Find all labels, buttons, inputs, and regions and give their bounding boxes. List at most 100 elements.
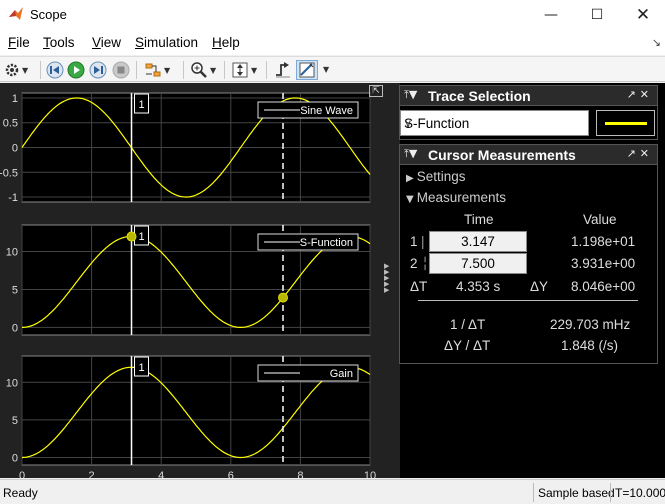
chevron-down-icon: ∨ [404, 117, 413, 130]
menu-file[interactable]: File [8, 35, 30, 50]
trace-select-dropdown[interactable]: S-Function ∨ [400, 110, 589, 136]
title-bar: Scope — ☐ ✕ [0, 0, 665, 30]
delta-y-value: 8.046e+00 [571, 279, 636, 294]
toolbar-separator [183, 61, 184, 79]
menu-simulation[interactable]: Simulation [135, 35, 198, 50]
run-icon [67, 61, 85, 79]
pin-icon[interactable]: ⤒▼ [404, 88, 417, 102]
y-tick-label: 1 [12, 93, 18, 105]
triggers-button[interactable] [274, 60, 292, 80]
legend-label: S-Function [300, 237, 353, 249]
toolbar-separator [224, 61, 225, 79]
expand-arrow-icon: ▶ [406, 173, 414, 184]
step-forward-icon [89, 61, 107, 79]
measurements-section-toggle[interactable]: ▼ Measurements [406, 190, 506, 205]
triggers-icon [276, 62, 290, 78]
plot-pane-3: 10 5 0 1 Gain 0 2 4 6 8 10 [6, 355, 376, 478]
time-column-header: Time [464, 212, 494, 227]
y-tick-label: 0.5 [3, 118, 18, 130]
run-button[interactable] [67, 60, 85, 80]
pin-icon[interactable]: ⤒▼ [404, 147, 417, 161]
toolbar-separator [136, 61, 137, 79]
collapse-arrow-icon: ▼ [406, 194, 414, 205]
cursor1-label: 1 [410, 234, 418, 249]
panel-controls[interactable]: ↗✕ [627, 147, 653, 160]
legend-label: Sine Wave [300, 105, 353, 117]
scope-display: 1 0.5 0 -0.5 -1 1 Sine Wave 10 5 0 1 S-Function 10 5 0… [0, 83, 665, 478]
menu-view[interactable]: View [92, 35, 121, 50]
cursor-measurements-button[interactable] [296, 60, 318, 80]
slope-label: ΔY / ΔT [444, 338, 491, 353]
delta-t-label: ΔT [410, 279, 428, 294]
y-tick-label: -1 [8, 192, 18, 204]
y-tick-label: 0 [12, 322, 18, 334]
x-tick-label: 0 [19, 470, 25, 478]
chevron-down-icon[interactable]: ▼ [323, 65, 329, 74]
cursor1-value: 1.198e+01 [571, 234, 636, 249]
chevron-down-icon: ▼ [210, 65, 217, 75]
close-icon[interactable]: ✕ [620, 0, 665, 30]
x-tick-label: 8 [297, 470, 303, 478]
zoom-button[interactable]: ▼ [190, 60, 216, 80]
cursor-measurements-header: ⤒▼ Cursor Measurements ↗✕ [400, 145, 657, 165]
y-tick-label: 10 [6, 247, 18, 259]
highlight-simulink-icon [145, 63, 161, 77]
cursor2-time-input[interactable]: 7.500 [429, 253, 527, 274]
legend-label: Gain [330, 368, 353, 380]
step-forward-button[interactable] [89, 60, 107, 80]
status-bar: Ready Sample based T=10.000 [0, 479, 665, 504]
slope-value: 1.848 (/s) [561, 338, 619, 353]
step-back-icon [46, 61, 64, 79]
scale-axes-button[interactable]: ▼ [231, 60, 257, 80]
cursor1-time-input[interactable]: 3.147 [429, 231, 527, 252]
zoom-icon [191, 62, 207, 78]
chevron-down-icon: ▼ [164, 65, 171, 75]
cursor-measurements-title: Cursor Measurements [428, 147, 576, 163]
x-tick-label: 6 [228, 470, 234, 478]
cursor-measurements-panel: ⤒▼ Cursor Measurements ↗✕ ▶ Settings ▼ Mea… [399, 144, 658, 364]
x-tick-label: 4 [158, 470, 164, 478]
trace-selection-title: Trace Selection [428, 88, 531, 104]
maximize-icon[interactable]: ☐ [574, 0, 620, 30]
undock-icon[interactable]: ↘ [652, 36, 661, 49]
y-tick-label: 5 [12, 415, 18, 427]
y-tick-label: 0 [12, 452, 18, 464]
close-panel-icon[interactable]: ✕ [640, 88, 653, 101]
value-column-header: Value [583, 212, 617, 227]
float-window-icon[interactable]: ⇱ [369, 85, 383, 97]
toolbar-separator [40, 61, 41, 79]
menu-bar: File Tools View Simulation Help ↘ [0, 30, 665, 55]
settings-section-toggle[interactable]: ▶ Settings [406, 169, 465, 184]
delta-y-label: ΔY [530, 279, 549, 294]
status-text: Ready [3, 486, 38, 500]
inverse-delta-t-value: 229.703 mHz [550, 317, 631, 332]
plot-canvas: 10.50-0.5-11 Sine Wave10501 S-Function1050… [0, 83, 400, 478]
x-tick-label: 10 [364, 470, 376, 478]
step-back-button[interactable] [46, 60, 64, 80]
stop-button[interactable] [112, 60, 130, 80]
measurements-divider [418, 300, 638, 301]
cursor-1-flag-label: 1 [138, 99, 144, 111]
menu-tools[interactable]: Tools [43, 35, 75, 50]
trace-selection-header: ⤒▼ Trace Selection ↗✕ [400, 86, 657, 106]
delta-t-value: 4.353 s [456, 279, 501, 294]
panel-controls[interactable]: ↗✕ [627, 88, 653, 101]
measurements-label: Measurements [416, 190, 506, 205]
matlab-logo-icon [9, 7, 23, 20]
undock-panel-icon[interactable]: ↗ [627, 147, 640, 160]
y-tick-label: 10 [6, 377, 18, 389]
stop-icon [112, 61, 130, 79]
settings-button[interactable]: ▼ [4, 60, 28, 80]
trace-color-swatch [596, 110, 655, 136]
highlight-simulink-button[interactable]: ▼ [144, 60, 170, 80]
plot-pane-1: 1 0.5 0 -0.5 -1 1 Sine Wave [0, 92, 371, 204]
expand-panels-icon[interactable]: ▶ ▶ ▶ ▶ ▶ [384, 263, 389, 294]
menu-help[interactable]: Help [212, 35, 240, 50]
cursor-data-marker [278, 292, 288, 303]
cursor2-label: 2 [410, 256, 418, 271]
y-tick-label: 5 [12, 284, 18, 296]
plot-pane-2: 10 5 0 1 S-Function [6, 224, 371, 336]
minimize-icon[interactable]: — [528, 0, 574, 30]
close-panel-icon[interactable]: ✕ [640, 147, 653, 160]
undock-panel-icon[interactable]: ↗ [627, 88, 640, 101]
